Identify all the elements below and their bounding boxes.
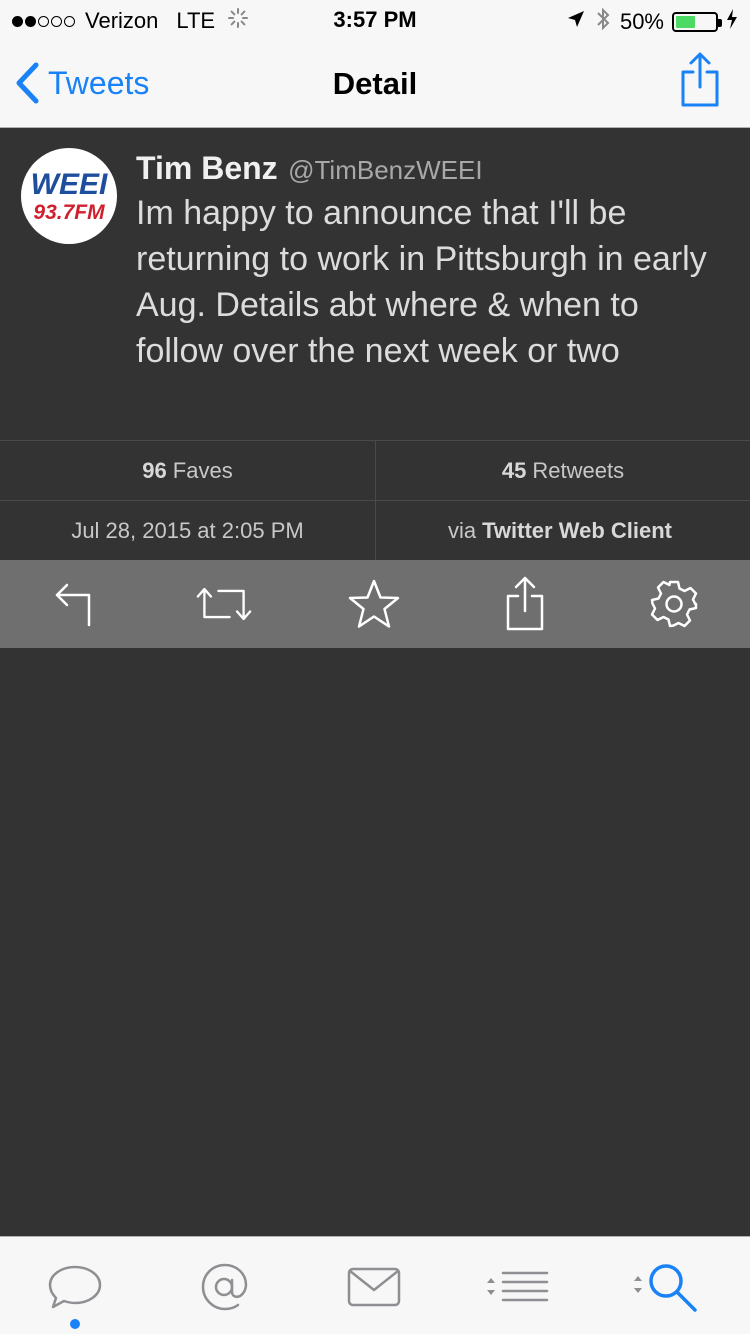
favorite-button[interactable]: [346, 576, 402, 632]
retweets-stat[interactable]: 45 Retweets: [375, 441, 750, 501]
timeline-bubble-icon: [48, 1265, 102, 1309]
author-handle: @TimBenzWEEI: [288, 155, 483, 185]
tweet-detail: WEEI 93.7FM Tim Benz @TimBenzWEEI Im hap…: [0, 128, 750, 440]
messages-envelope-icon: [347, 1267, 401, 1307]
status-right: 50%: [566, 7, 738, 37]
search-icon: [634, 1264, 697, 1312]
retweets-count: 45: [501, 457, 527, 483]
tweet-date: Jul 28, 2015 at 2:05 PM: [71, 518, 304, 543]
tab-mentions[interactable]: [195, 1259, 255, 1315]
tab-lists[interactable]: [485, 1259, 549, 1315]
reply-button[interactable]: [47, 576, 103, 632]
active-tab-indicator: [70, 1319, 80, 1329]
tweet-author[interactable]: Tim Benz @TimBenzWEEI: [136, 150, 483, 187]
battery-level: [676, 16, 695, 28]
tab-messages[interactable]: [344, 1259, 404, 1315]
client-name: Twitter Web Client: [482, 518, 672, 543]
share-button[interactable]: [680, 52, 720, 113]
retweet-button[interactable]: [196, 576, 252, 632]
tweet-source[interactable]: via Twitter Web Client: [375, 501, 750, 561]
via-label: via: [448, 518, 477, 543]
location-arrow-icon: [566, 9, 586, 35]
share-icon: [681, 52, 719, 107]
status-bar: Verizon LTE 3:57 PM 50%: [0, 0, 750, 40]
tweet-text: Im happy to announce that I'll be return…: [136, 194, 707, 370]
gear-icon: [650, 580, 698, 628]
tweet-action-bar: [0, 560, 750, 648]
navigation-bar: Tweets Detail: [0, 40, 750, 128]
avatar-logo-line2: 93.7FM: [33, 201, 105, 224]
mentions-at-icon: [201, 1263, 248, 1311]
faves-stat[interactable]: 96 Faves: [0, 441, 375, 501]
battery-percent: 50%: [619, 9, 664, 34]
retweet-icon: [196, 587, 252, 621]
tweet-share-button[interactable]: [497, 576, 553, 632]
tab-timeline[interactable]: [45, 1259, 105, 1315]
reply-icon: [55, 583, 91, 627]
retweets-label: Retweets: [532, 457, 625, 483]
avatar[interactable]: WEEI 93.7FM: [21, 148, 117, 244]
charging-bolt-icon: [726, 9, 738, 35]
share-icon: [506, 576, 544, 631]
faves-label: Faves: [172, 457, 233, 483]
faves-count: 96: [142, 457, 167, 483]
lists-icon: [487, 1271, 549, 1302]
avatar-logo-line1: WEEI: [31, 168, 108, 201]
author-name: Tim Benz: [136, 150, 278, 186]
tweet-stats: 96 Faves 45 Retweets Jul 28, 2015 at 2:0…: [0, 440, 750, 561]
empty-content-area: [0, 648, 750, 1236]
battery-icon: [672, 12, 722, 32]
star-icon: [348, 579, 400, 628]
battery-tip: [718, 19, 722, 27]
settings-button[interactable]: [646, 576, 702, 632]
tab-bar: [0, 1236, 750, 1334]
page-title: Detail: [332, 66, 418, 101]
tab-search[interactable]: [632, 1259, 702, 1315]
bluetooth-icon: [596, 7, 610, 37]
